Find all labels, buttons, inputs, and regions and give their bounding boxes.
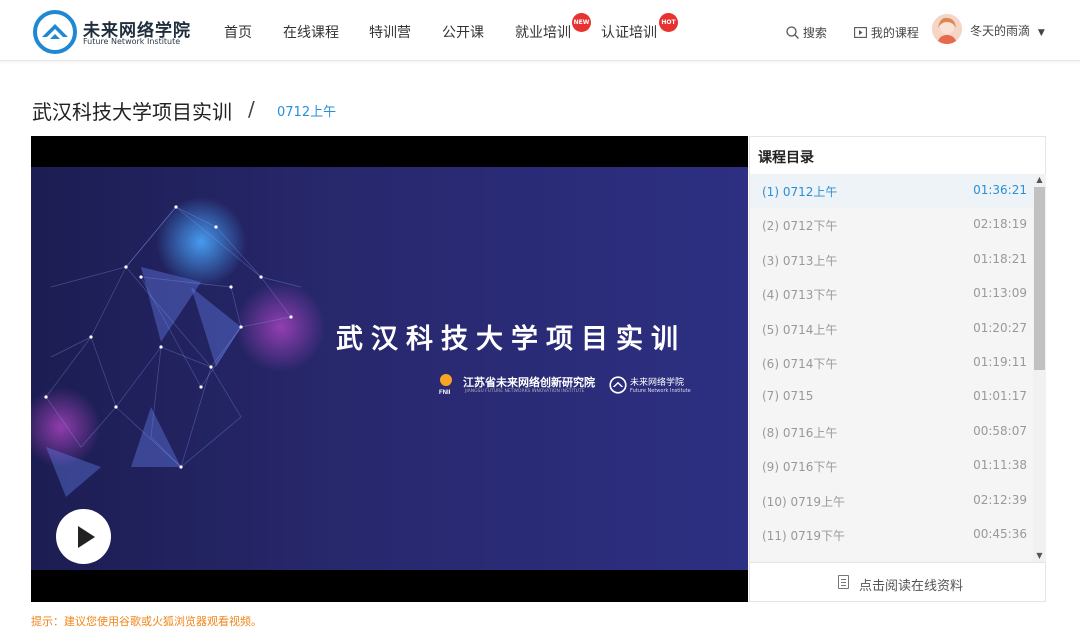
video-player[interactable]: 武汉科技大学项目实训 FNII 江苏省未来网络创新研究院 JIANGSU FUT… — [31, 136, 748, 602]
chevron-down-icon: ▼ — [1037, 28, 1045, 38]
breadcrumb-separator: / — [248, 97, 255, 121]
top-header: 未来网络学院 Future Network Institute 首页 在线课程 … — [0, 0, 1080, 61]
avatar-icon — [932, 14, 962, 44]
logo-icon — [33, 10, 77, 54]
lesson-label: (8) 0716上午 — [762, 425, 838, 440]
scroll-thumb[interactable] — [1034, 187, 1045, 370]
lesson-list: (1) 0712上午 01:36:21 (2) 0712下午 02:18:19 (3) … — [750, 174, 1033, 562]
org-name-en: JIANGSU FUTURE NETWORKS INNOVATION INSTI… — [465, 389, 585, 394]
video-icon — [854, 27, 867, 38]
institute-logo-icon — [609, 376, 627, 394]
nav-bootcamp[interactable]: 特训营 — [369, 22, 411, 42]
lesson-item[interactable]: (9) 0716下午 01:11:38 — [750, 449, 1033, 483]
browser-tip: 提示：建议您使用谷歌或火狐浏览器观看视频。 — [31, 615, 262, 628]
search-button[interactable]: 搜索 — [786, 24, 827, 41]
org-name: 江苏省未来网络创新研究院 — [463, 376, 595, 389]
read-materials-label: 点击阅读在线资料 — [859, 579, 964, 594]
lesson-label: (11) 0719下午 — [762, 529, 845, 543]
svg-text:FNII: FNII — [439, 390, 451, 396]
lesson-duration: 01:20:27 — [973, 320, 1027, 335]
avatar[interactable] — [932, 14, 962, 44]
user-menu[interactable]: 冬天的雨滴 ▼ — [970, 22, 1045, 39]
lesson-label: (4) 0713下午 — [762, 288, 838, 303]
lesson-item[interactable]: (7) 0715 01:01:17 — [750, 380, 1033, 414]
hot-badge: HOT — [659, 13, 678, 32]
read-materials-button[interactable]: 点击阅读在线资料 — [750, 562, 1045, 603]
lesson-item[interactable]: (11) 0719下午 00:45:36 — [750, 518, 1033, 552]
catalog-title: 课程目录 — [758, 150, 814, 166]
nav-certification[interactable]: 认证培训 — [601, 22, 657, 42]
lesson-label: (10) 0719上午 — [762, 494, 845, 509]
video-frame: 武汉科技大学项目实训 FNII 江苏省未来网络创新研究院 JIANGSU FUT… — [31, 167, 748, 570]
nav-home[interactable]: 首页 — [224, 22, 252, 42]
lesson-duration: 01:18:21 — [973, 251, 1027, 266]
scroll-up-icon[interactable]: ▲ — [1035, 175, 1044, 185]
lesson-label: (3) 0713上午 — [762, 253, 838, 268]
lesson-duration: 00:58:07 — [973, 423, 1027, 438]
lesson-item[interactable]: (5) 0714上午 01:20:27 — [750, 312, 1033, 346]
my-courses-label: 我的课程 — [870, 26, 919, 40]
page-title: 武汉科技大学项目实训 — [32, 100, 232, 124]
lesson-item[interactable]: (10) 0719上午 02:12:39 — [750, 484, 1033, 518]
lesson-label: (1) 0712上午 — [762, 185, 838, 199]
play-button[interactable] — [56, 509, 111, 564]
document-icon — [838, 575, 849, 589]
search-icon — [786, 26, 799, 39]
nav-job-training[interactable]: 就业培训 — [515, 22, 571, 42]
username: 冬天的雨滴 — [970, 24, 1031, 38]
fnii-logo-icon: FNII — [439, 374, 452, 396]
lesson-label: (2) 0712下午 — [762, 219, 838, 234]
logo[interactable]: 未来网络学院 Future Network Institute — [33, 10, 193, 54]
logo-subtext: Future Network Institute — [83, 37, 181, 46]
lesson-item[interactable]: (1) 0712上午 01:36:21 — [750, 174, 1033, 208]
lesson-label: (7) 0715 — [762, 389, 814, 404]
lesson-duration: 01:01:17 — [973, 389, 1027, 404]
lesson-label: (9) 0716下午 — [762, 460, 838, 475]
search-label: 搜索 — [802, 26, 827, 40]
new-badge: NEW — [572, 13, 591, 32]
lesson-duration: 01:13:09 — [973, 286, 1027, 301]
lesson-duration: 01:11:38 — [973, 458, 1027, 473]
institute-name: 未来网络学院 — [630, 378, 685, 388]
course-catalog: 课程目录 (1) 0712上午 01:36:21 (2) 0712下午 02:18:1… — [749, 136, 1046, 602]
breadcrumb-current-lesson: 0712上午 — [277, 105, 337, 120]
scrollbar[interactable]: ▲ ▼ — [1033, 174, 1046, 562]
institute-name-en: Future Network Institute — [630, 388, 691, 394]
lesson-item[interactable]: (3) 0713上午 01:18:21 — [750, 243, 1033, 277]
my-courses-button[interactable]: 我的课程 — [854, 24, 919, 41]
lesson-item[interactable]: (8) 0716上午 00:58:07 — [750, 415, 1033, 449]
lesson-duration: 01:19:11 — [973, 355, 1027, 369]
lesson-item[interactable]: (4) 0713下午 01:13:09 — [750, 277, 1033, 311]
lesson-label: (6) 0714下午 — [762, 357, 838, 371]
lesson-duration: 02:12:39 — [973, 492, 1027, 507]
nav-open-class[interactable]: 公开课 — [442, 22, 484, 42]
lesson-label: (5) 0714上午 — [762, 322, 838, 337]
nav-online-courses[interactable]: 在线课程 — [283, 22, 339, 42]
lesson-duration: 00:45:36 — [973, 527, 1027, 541]
scroll-down-icon[interactable]: ▼ — [1035, 551, 1044, 561]
network-graphic — [31, 197, 326, 497]
lesson-duration: 02:18:19 — [973, 217, 1027, 232]
lesson-item[interactable]: (2) 0712下午 02:18:19 — [750, 208, 1033, 242]
slide-title: 武汉科技大学项目实训 — [336, 324, 686, 355]
lesson-item[interactable]: (6) 0714下午 01:19:11 — [750, 346, 1033, 380]
lesson-duration: 01:36:21 — [973, 183, 1027, 197]
